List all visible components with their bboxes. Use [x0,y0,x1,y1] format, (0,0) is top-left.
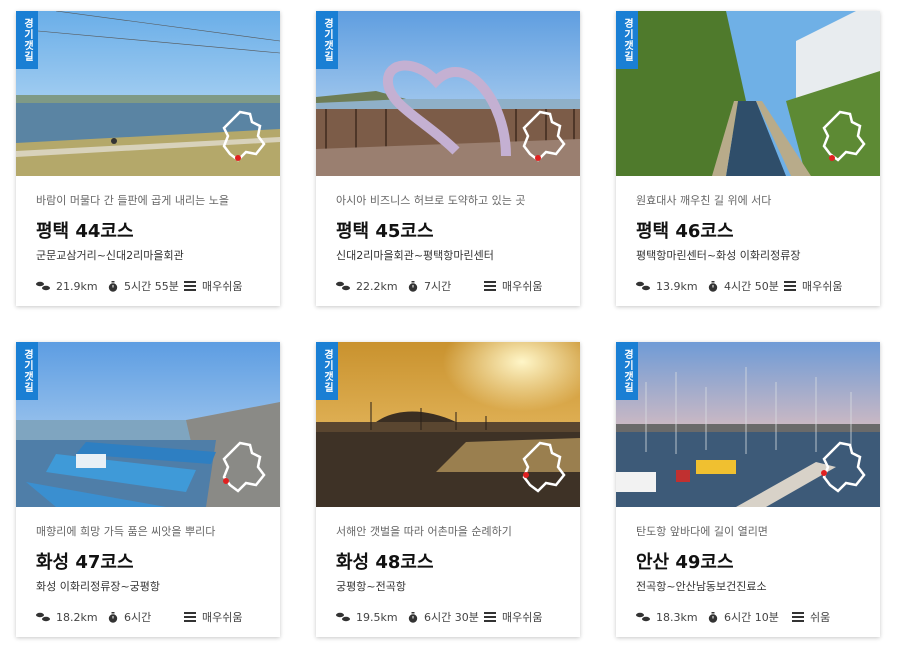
duration-value: 6시간 [124,611,152,624]
course-meta: 13.9km 4시간 50분 매우쉬움 [636,278,860,294]
course-photo: 경기갯길 [16,11,280,176]
footprints-icon [36,612,50,622]
footprints-icon [636,612,650,622]
category-tag: 경기갯길 [16,342,38,400]
course-photo: 경기갯길 [16,342,280,507]
difficulty-value: 쉬움 [810,611,831,624]
difficulty-value: 매우쉬움 [502,611,543,624]
category-tag: 경기갯길 [316,11,338,69]
course-card-49[interactable]: 경기갯길 탄도항 앞바다에 길이 열리면 안산 49코스 전곡항~안산남동보건진… [616,342,880,637]
duration-value: 4시간 50분 [724,280,779,293]
difficulty-bars-icon [484,281,496,291]
route-map-icon [822,110,866,162]
course-card-45[interactable]: 경기갯길 아시아 비즈니스 허브로 도약하고 있는 곳 평택 45코스 신대2리… [316,11,580,306]
course-photo: 경기갯길 [316,11,580,176]
course-photo: 경기갯길 [616,342,880,507]
stopwatch-icon [108,280,118,292]
course-photo: 경기갯길 [616,11,880,176]
stopwatch-icon [108,611,118,623]
category-tag: 경기갯길 [616,342,638,400]
course-route: 궁평항~전곡항 [336,580,406,593]
course-card-48[interactable]: 경기갯길 서해안 갯벌을 따라 어촌마을 순례하기 화성 48코스 궁평항~전곡… [316,342,580,637]
stopwatch-icon [708,611,718,623]
course-meta: 22.2km 7시간 매우쉬움 [336,278,560,294]
course-meta: 18.2km 6시간 매우쉬움 [36,609,260,625]
difficulty-bars-icon [484,612,496,622]
course-subtitle: 아시아 비즈니스 허브로 도약하고 있는 곳 [336,194,526,207]
course-title[interactable]: 화성 47코스 [36,548,260,573]
course-route: 평택항마린센터~화성 이화리정류장 [636,249,801,262]
footprints-icon [636,281,650,291]
course-subtitle: 바람이 머물다 간 들판에 곱게 내리는 노을 [36,194,230,207]
course-subtitle: 서해안 갯벌을 따라 어촌마을 순례하기 [336,525,512,538]
course-subtitle: 원효대사 깨우친 길 위에 서다 [636,194,772,207]
course-meta: 21.9km 5시간 55분 매우쉬움 [36,278,260,294]
course-route: 전곡항~안산남동보건진료소 [636,580,767,593]
course-photo: 경기갯길 [316,342,580,507]
course-subtitle: 매향리에 희망 가득 품은 씨앗을 뿌리다 [36,525,216,538]
course-card-44[interactable]: 경기갯길 바람이 머물다 간 들판에 곱게 내리는 노을 평택 44코스 군문교… [16,11,280,306]
course-title[interactable]: 평택 45코스 [336,217,560,242]
course-title[interactable]: 화성 48코스 [336,548,560,573]
route-map-icon [222,441,266,493]
course-route: 신대2리마을회관~평택항마린센터 [336,249,494,262]
category-tag: 경기갯길 [316,342,338,400]
distance-value: 18.2km [56,610,98,624]
course-card-46[interactable]: 경기갯길 원효대사 깨우친 길 위에 서다 평택 46코스 평택항마린센터~화성… [616,11,880,306]
distance-value: 13.9km [656,279,698,293]
difficulty-bars-icon [792,612,804,622]
course-title[interactable]: 평택 44코스 [36,217,260,242]
duration-value: 5시간 55분 [124,280,179,293]
stopwatch-icon [408,611,418,623]
footprints-icon [336,612,350,622]
duration-value: 6시간 10분 [724,611,779,624]
course-route: 군문교삼거리~신대2리마을회관 [36,249,184,262]
difficulty-bars-icon [184,612,196,622]
route-map-icon [522,441,566,493]
course-title[interactable]: 안산 49코스 [636,548,860,573]
footprints-icon [336,281,350,291]
distance-value: 18.3km [656,610,698,624]
distance-value: 19.5km [356,610,398,624]
difficulty-value: 매우쉬움 [202,611,243,624]
course-card-grid: 경기갯길 바람이 머물다 간 들판에 곱게 내리는 노을 평택 44코스 군문교… [0,0,901,657]
category-tag: 경기갯길 [16,11,38,69]
distance-value: 21.9km [56,279,98,293]
course-meta: 19.5km 6시간 30분 매우쉬움 [336,609,560,625]
route-map-icon [222,110,266,162]
route-map-icon [821,441,866,493]
difficulty-bars-icon [184,281,196,291]
route-map-icon [522,110,566,162]
course-meta: 18.3km 6시간 10분 쉬움 [636,609,860,625]
course-title[interactable]: 평택 46코스 [636,217,860,242]
course-route: 화성 이화리정류장~궁평항 [36,580,161,593]
difficulty-value: 매우쉬움 [202,280,243,293]
category-tag: 경기갯길 [616,11,638,69]
duration-value: 7시간 [424,280,452,293]
footprints-icon [36,281,50,291]
distance-value: 22.2km [356,279,398,293]
difficulty-value: 매우쉬움 [802,280,843,293]
course-subtitle: 탄도항 앞바다에 길이 열리면 [636,525,768,538]
duration-value: 6시간 30분 [424,611,479,624]
stopwatch-icon [708,280,718,292]
stopwatch-icon [408,280,418,292]
course-card-47[interactable]: 경기갯길 매향리에 희망 가득 품은 씨앗을 뿌리다 화성 47코스 화성 이화… [16,342,280,637]
difficulty-bars-icon [784,281,796,291]
difficulty-value: 매우쉬움 [502,280,543,293]
